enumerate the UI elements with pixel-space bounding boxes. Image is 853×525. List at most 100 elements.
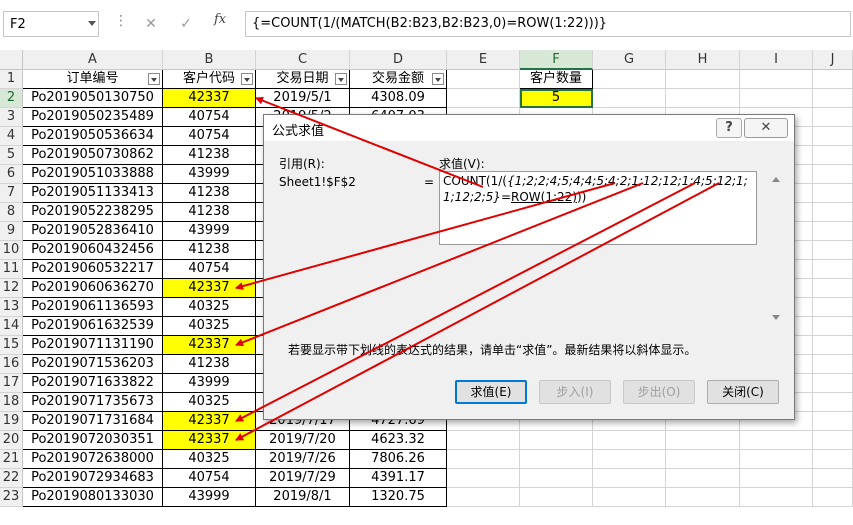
cell[interactable] (520, 431, 593, 450)
cell[interactable] (447, 488, 520, 507)
cell[interactable] (813, 450, 853, 469)
amount-cell[interactable]: 1320.75 (350, 488, 447, 507)
row-header[interactable]: 20 (0, 431, 23, 450)
cell[interactable] (813, 355, 853, 374)
customer-code-cell[interactable]: 42337 (163, 89, 256, 108)
amount-cell[interactable]: 4623.32 (350, 431, 447, 450)
cell[interactable] (593, 70, 666, 89)
cell[interactable] (813, 127, 853, 146)
step-in-button[interactable]: 步入(I) (539, 380, 611, 404)
column-header-i[interactable]: I (740, 50, 813, 70)
cell[interactable] (520, 450, 593, 469)
row-header[interactable]: 10 (0, 241, 23, 260)
insert-function-button[interactable]: fx (214, 12, 226, 27)
row-header[interactable]: 15 (0, 336, 23, 355)
filter-dropdown-icon[interactable] (241, 73, 253, 85)
cell[interactable] (447, 89, 520, 108)
cell[interactable] (666, 469, 740, 488)
cell[interactable] (593, 431, 666, 450)
customer-code-cell[interactable]: 41238 (163, 203, 256, 222)
formula-input[interactable]: {=COUNT(1/(MATCH(B2:B23,B2:B23,0)=ROW(1:… (245, 11, 851, 37)
cell[interactable] (813, 412, 853, 431)
customer-count-cell-f2[interactable]: 5 (520, 89, 593, 108)
customer-code-cell[interactable]: 43999 (163, 374, 256, 393)
close-button[interactable]: 关闭(C) (707, 380, 779, 404)
cell[interactable] (813, 279, 853, 298)
column-header-h[interactable]: H (666, 50, 740, 70)
row-header[interactable]: 9 (0, 222, 23, 241)
enter-icon[interactable]: ✓ (174, 12, 198, 36)
customer-code-cell[interactable]: 40325 (163, 450, 256, 469)
order-number-cell[interactable]: Po2019080133030 (23, 488, 163, 507)
amount-cell[interactable]: 4308.09 (350, 89, 447, 108)
cell[interactable] (593, 450, 666, 469)
trade-date-cell[interactable]: 2019/7/29 (256, 469, 350, 488)
column-header-f[interactable]: F (520, 50, 593, 70)
cell[interactable] (813, 336, 853, 355)
order-number-cell[interactable]: Po2019050235489 (23, 108, 163, 127)
customer-code-cell[interactable]: 42337 (163, 279, 256, 298)
customer-code-cell[interactable]: 41238 (163, 355, 256, 374)
cell[interactable] (666, 89, 740, 108)
cell[interactable] (813, 108, 853, 127)
order-number-cell[interactable]: Po2019071731684 (23, 412, 163, 431)
order-number-cell[interactable]: Po2019071633822 (23, 374, 163, 393)
step-out-button[interactable]: 步出(O) (623, 380, 695, 404)
customer-code-cell[interactable]: 41238 (163, 184, 256, 203)
dialog-titlebar[interactable]: 公式求值 ? ✕ (264, 115, 794, 141)
cell[interactable] (813, 393, 853, 412)
column-header-e[interactable]: E (447, 50, 520, 70)
cell[interactable] (813, 488, 853, 507)
cell[interactable] (740, 70, 813, 89)
cell[interactable] (593, 469, 666, 488)
order-number-cell[interactable]: Po2019072030351 (23, 431, 163, 450)
cell[interactable] (740, 450, 813, 469)
evaluation-box[interactable]: COUNT(1/({1;2;2;4;5;4;4;5;4;2;1;12;12;1;… (439, 171, 757, 245)
cell[interactable] (813, 431, 853, 450)
row-header[interactable]: 11 (0, 260, 23, 279)
cell[interactable] (666, 431, 740, 450)
evaluation-scrollbar[interactable] (767, 171, 785, 327)
row-header[interactable]: 2 (0, 89, 23, 108)
cell[interactable] (666, 70, 740, 89)
row-header[interactable]: 5 (0, 146, 23, 165)
cell[interactable] (813, 165, 853, 184)
cell[interactable] (813, 469, 853, 488)
cell[interactable] (520, 488, 593, 507)
trade-date-cell[interactable]: 2019/7/26 (256, 450, 350, 469)
row-header[interactable]: 3 (0, 108, 23, 127)
order-number-cell[interactable]: Po2019050730862 (23, 146, 163, 165)
customer-code-cell[interactable]: 40325 (163, 393, 256, 412)
order-number-cell[interactable]: Po2019051033888 (23, 165, 163, 184)
order-number-cell[interactable]: Po2019072934683 (23, 469, 163, 488)
column-header-g[interactable]: G (593, 50, 666, 70)
order-number-cell[interactable]: Po2019061136593 (23, 298, 163, 317)
cell[interactable] (813, 203, 853, 222)
column-header-d[interactable]: D (350, 50, 447, 70)
amount-cell[interactable]: 4391.17 (350, 469, 447, 488)
header-cell-trade-date[interactable]: 交易日期 (256, 70, 350, 89)
name-box[interactable]: F2 (3, 11, 99, 37)
order-number-cell[interactable]: Po2019071536203 (23, 355, 163, 374)
trade-date-cell[interactable]: 2019/8/1 (256, 488, 350, 507)
row-header[interactable]: 14 (0, 317, 23, 336)
order-number-cell[interactable]: Po2019051133413 (23, 184, 163, 203)
cell[interactable] (447, 70, 520, 89)
cell[interactable] (813, 298, 853, 317)
row-header[interactable]: 1 (0, 70, 23, 89)
cell[interactable] (447, 431, 520, 450)
order-number-cell[interactable]: Po2019061632539 (23, 317, 163, 336)
customer-code-cell[interactable]: 43999 (163, 222, 256, 241)
row-header[interactable]: 21 (0, 450, 23, 469)
close-icon[interactable]: ✕ (744, 118, 788, 138)
customer-code-cell[interactable]: 40754 (163, 260, 256, 279)
trade-date-cell[interactable]: 2019/5/1 (256, 89, 350, 108)
row-header[interactable]: 23 (0, 488, 23, 507)
cell[interactable] (813, 146, 853, 165)
order-number-cell[interactable]: Po2019060636270 (23, 279, 163, 298)
cell[interactable] (813, 222, 853, 241)
filter-dropdown-icon[interactable] (148, 73, 160, 85)
customer-count-header[interactable]: 客户数量 (520, 70, 593, 89)
cell[interactable] (813, 184, 853, 203)
row-header[interactable]: 18 (0, 393, 23, 412)
